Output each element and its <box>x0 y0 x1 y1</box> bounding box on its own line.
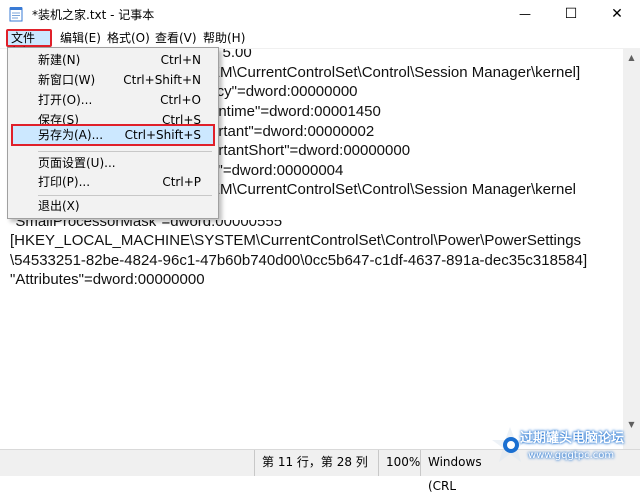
editor-line: EM\CurrentControlSet\Control\Session Man… <box>210 64 581 81</box>
menu-item-shortcut: Ctrl+N <box>160 53 201 67</box>
file-menu-dropdown: 新建(N) Ctrl+N 新窗口(W) Ctrl+Shift+N 打开(O)..… <box>7 47 219 219</box>
menu-help[interactable]: 帮助(H) <box>200 29 248 47</box>
editor-line: [HKEY_LOCAL_MACHINE\SYSTEM\CurrentContro… <box>10 232 582 249</box>
menu-item-label: 退出(X) <box>38 199 80 213</box>
menu-item-new-window[interactable]: 新窗口(W) Ctrl+Shift+N <box>11 70 215 90</box>
watermark-url: www.gqgtpc.com <box>528 450 615 461</box>
menu-item-save-as[interactable]: 另存为(A)... Ctrl+Shift+S <box>11 124 215 146</box>
menu-file[interactable]: 文件(F) <box>6 29 52 59</box>
title-bar[interactable]: *装机之家.txt - 记事本 — ☐ ✕ <box>0 0 640 28</box>
minimize-icon: — <box>519 7 531 21</box>
editor-line: ortantShort"=dword:00000000 <box>210 142 411 159</box>
notepad-app-icon <box>9 7 23 22</box>
maximize-icon: ☐ <box>564 6 578 22</box>
vertical-scrollbar[interactable]: ▲ ▼ <box>623 49 640 449</box>
menu-format[interactable]: 格式(O) <box>104 29 153 47</box>
cursor-position: 第 11 行，第 28 列 <box>254 450 378 476</box>
menu-item-shortcut: Ctrl+Shift+N <box>123 73 201 87</box>
site-watermark: 过期罐头电脑论坛 www.gqgtpc.com <box>490 417 640 475</box>
menu-item-print[interactable]: 打印(P)... Ctrl+P <box>11 172 215 192</box>
menu-item-shortcut: Ctrl+Shift+S <box>124 128 201 142</box>
menu-item-label: 新建(N) <box>38 53 81 67</box>
minimize-button[interactable]: — <box>502 0 548 28</box>
menu-item-new[interactable]: 新建(N) Ctrl+N <box>11 50 215 70</box>
zoom-level: 100% <box>378 450 420 476</box>
menu-item-shortcut: Ctrl+P <box>162 175 201 189</box>
notepad-window: *装机之家.txt - 记事本 — ☐ ✕ 文件(F) 编辑(E) 格式(O) … <box>0 0 640 493</box>
watermark-text: 过期罐头电脑论坛 <box>520 431 625 446</box>
close-button[interactable]: ✕ <box>594 0 640 28</box>
editor-line: \54533251-82be-4824-96c1-47b60b740d00\0c… <box>10 252 588 269</box>
menu-separator <box>38 151 212 152</box>
editor-line: k"=dword:00000004 <box>210 162 344 179</box>
editor-line: licy"=dword:00000000 <box>210 83 358 100</box>
menu-item-label: 另存为(A)... <box>38 128 104 142</box>
window-title: *装机之家.txt - 记事本 <box>32 8 155 22</box>
menu-item-label: 打印(P)... <box>38 175 91 189</box>
maximize-button[interactable]: ☐ <box>548 0 594 28</box>
menu-item-shortcut: Ctrl+O <box>160 93 201 107</box>
menu-view[interactable]: 查看(V) <box>152 29 200 47</box>
menu-item-label: 页面设置(U)... <box>38 156 116 170</box>
editor-line: ortant"=dword:00000002 <box>210 123 375 140</box>
editor-line: EM\CurrentControlSet\Control\Session Man… <box>210 181 576 198</box>
scroll-up-arrow-icon[interactable]: ▲ <box>623 49 640 66</box>
menu-item-page-setup[interactable]: 页面设置(U)... <box>11 153 215 173</box>
menu-edit[interactable]: 编辑(E) <box>57 29 104 47</box>
menu-bar: 文件(F) 编辑(E) 格式(O) 查看(V) 帮助(H) <box>0 28 640 59</box>
menu-item-label: 打开(O)... <box>38 93 93 107</box>
close-icon: ✕ <box>611 6 623 22</box>
menu-item-open[interactable]: 打开(O)... Ctrl+O <box>11 90 215 110</box>
menu-item-exit[interactable]: 退出(X) <box>11 196 215 216</box>
editor-line: "Attributes"=dword:00000000 <box>10 271 205 288</box>
menu-item-label: 新窗口(W) <box>38 73 96 87</box>
editor-line: untime"=dword:00001450 <box>210 103 381 120</box>
